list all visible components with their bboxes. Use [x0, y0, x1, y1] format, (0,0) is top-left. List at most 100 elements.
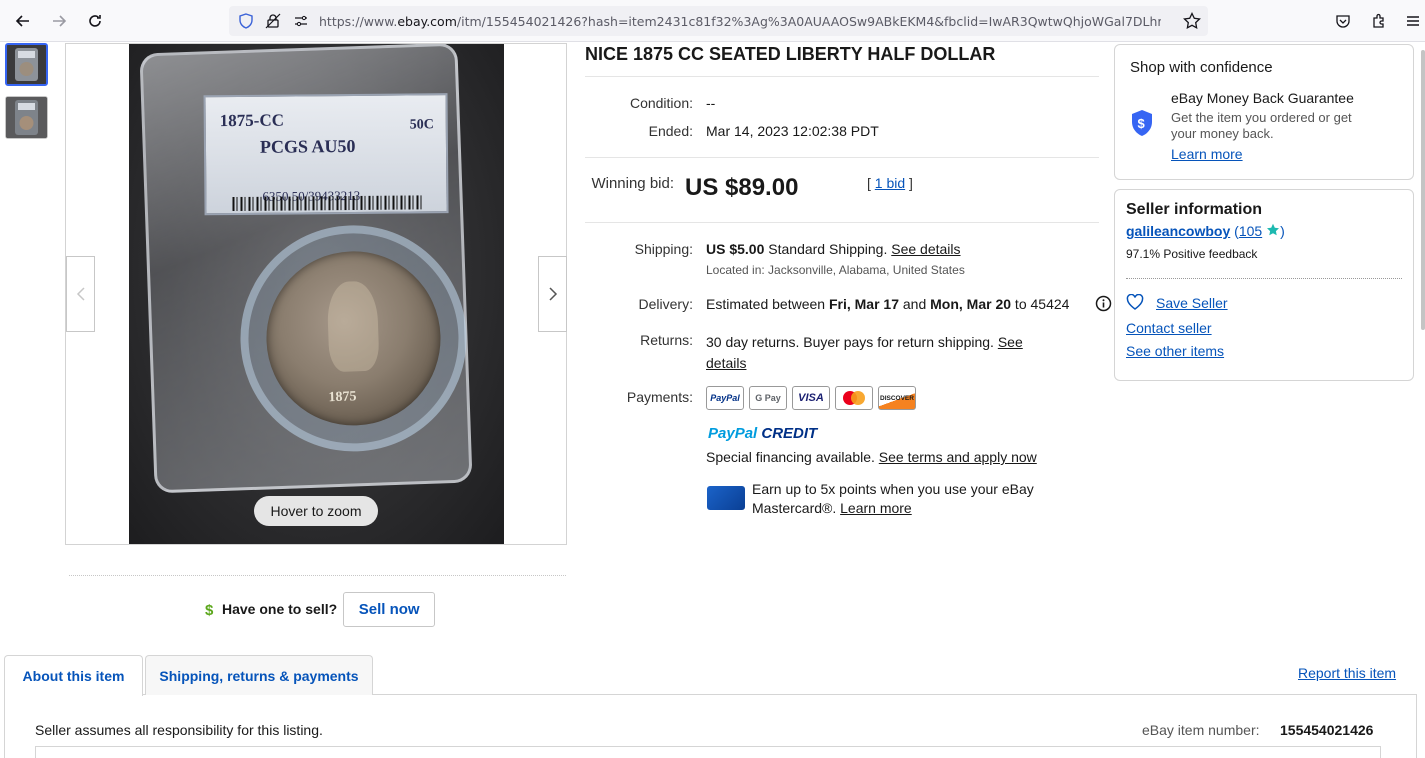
mastercard-logo — [835, 386, 873, 410]
prev-image-button[interactable] — [66, 256, 95, 332]
bid-history-link[interactable]: 1 bid — [875, 175, 905, 191]
financing-terms-link[interactable]: See terms and apply now — [879, 449, 1037, 465]
item-number-value: 155454021426 — [1280, 722, 1374, 738]
next-image-button[interactable] — [538, 256, 567, 332]
guarantee-title: eBay Money Back Guarantee — [1171, 90, 1354, 106]
paypal-credit-logo: PayPal CREDIT — [708, 425, 818, 442]
thumbnail-coin-image — [6, 97, 47, 138]
coin: 1875 — [263, 248, 444, 429]
chevron-left-icon — [76, 287, 85, 301]
mastercard-learn-more-link[interactable]: Learn more — [840, 500, 912, 516]
mastercard-promo: Earn up to 5x points when you use your e… — [752, 481, 1034, 516]
back-button[interactable] — [10, 8, 36, 34]
pcgs-slab: 1875-CC 50C PCGS AU50 6350.50/39433213 1… — [139, 44, 473, 494]
contact-seller-link[interactable]: Contact seller — [1126, 320, 1212, 336]
seller-name-link[interactable]: galileancowboy — [1126, 223, 1230, 239]
seated-liberty-figure — [326, 280, 380, 373]
reload-button[interactable] — [82, 8, 108, 34]
divider — [69, 575, 566, 576]
browser-toolbar: https://www.ebay.com/itm/155454021426?ha… — [0, 0, 1425, 42]
heart-icon[interactable] — [1126, 293, 1144, 315]
delivery-value: Estimated between Fri, Mar 17 and Mon, M… — [706, 296, 1070, 312]
dollar-sign-icon: $ — [205, 602, 214, 617]
slab-label: 1875-CC 50C PCGS AU50 6350.50/39433213 — [203, 93, 449, 216]
shop-with-confidence-panel: Shop with confidence $ eBay Money Back G… — [1114, 44, 1414, 180]
report-item-link[interactable]: Report this item — [1298, 665, 1396, 681]
slab-barcode — [232, 195, 423, 212]
bid-count: [ 1 bid ] — [867, 175, 913, 191]
item-title: NICE 1875 CC SEATED LIBERTY HALF DOLLAR — [585, 44, 996, 64]
shield-icon[interactable] — [236, 11, 256, 31]
address-bar[interactable]: https://www.ebay.com/itm/155454021426?ha… — [229, 6, 1208, 36]
returns-label: Returns: — [640, 332, 693, 348]
chevron-right-icon — [548, 287, 557, 301]
save-seller-link[interactable]: Save Seller — [1156, 295, 1228, 311]
condition-label: Condition: — [629, 95, 693, 111]
pocket-icon[interactable] — [1332, 10, 1354, 32]
thumbnail-2[interactable] — [5, 96, 48, 139]
item-number-label: eBay item number: — [1142, 722, 1260, 738]
forward-button[interactable] — [46, 8, 72, 34]
ebay-mastercard-image — [707, 486, 745, 510]
visa-logo: VISA — [792, 386, 830, 410]
slab-label-denomination: 50C — [409, 117, 434, 133]
confidence-heading: Shop with confidence — [1130, 59, 1273, 76]
returns-details-link[interactable]: See — [998, 334, 1023, 350]
page-scrollbar[interactable] — [1421, 50, 1425, 330]
teal-star-icon — [1267, 223, 1280, 236]
coin-holder-ring: 1875 — [236, 221, 471, 456]
sell-question: Have one to sell? — [222, 601, 338, 617]
extensions-icon[interactable] — [1368, 10, 1390, 32]
seller-information-panel: Seller information galileancowboy (105 )… — [1114, 189, 1414, 381]
info-icon[interactable] — [1095, 295, 1112, 317]
divider — [585, 76, 1099, 77]
seller-score-link[interactable]: 105 — [1239, 223, 1262, 239]
coin-year: 1875 — [328, 389, 357, 406]
seller-feedback: 97.1% Positive feedback — [1126, 247, 1258, 261]
discover-logo: DISCOVER — [878, 386, 916, 410]
divider — [1126, 278, 1402, 279]
guarantee-learn-more-link[interactable]: Learn more — [1171, 146, 1243, 162]
winning-bid-price: US $89.00 — [685, 174, 799, 201]
paypal-logo: PayPal — [706, 386, 744, 410]
coin-photo[interactable]: 1875-CC 50C PCGS AU50 6350.50/39433213 1… — [129, 44, 504, 544]
hover-to-zoom: Hover to zoom — [254, 496, 378, 526]
menu-icon[interactable] — [1402, 10, 1424, 32]
sell-now-button[interactable]: Sell now — [343, 591, 436, 627]
seller-name-row: galileancowboy (105 ) — [1126, 223, 1285, 239]
money-back-shield-icon: $ — [1130, 109, 1154, 142]
condition-value: -- — [706, 95, 716, 111]
see-other-items-link[interactable]: See other items — [1126, 343, 1224, 359]
sell-prompt: $ Have one to sell? Sell now — [204, 591, 436, 627]
svg-text:$: $ — [205, 602, 214, 617]
thumbnail-1[interactable] — [5, 43, 48, 86]
url-text[interactable]: https://www.ebay.com/itm/155454021426?ha… — [319, 14, 1161, 29]
guarantee-text: Get the item you ordered or get your mone… — [1171, 110, 1352, 141]
shipping-value: US $5.00 Standard Shipping. See details — [706, 241, 961, 257]
permissions-icon[interactable] — [291, 11, 311, 31]
reload-icon — [89, 15, 101, 27]
thumbnail-coin-image — [7, 45, 46, 84]
seller-heading: Seller information — [1126, 201, 1263, 218]
slab-label-date: 1875-CC — [219, 110, 285, 131]
lock-warning-icon[interactable] — [263, 11, 283, 31]
financing-text: Special financing available. See terms a… — [706, 449, 1037, 465]
bookmark-star-icon[interactable] — [1182, 11, 1202, 31]
shipping-details-link[interactable]: See details — [891, 241, 960, 257]
divider — [585, 222, 1099, 223]
returns-details-link[interactable]: details — [706, 355, 746, 371]
item-specifics-box — [35, 746, 1381, 758]
svg-text:$: $ — [1138, 116, 1146, 131]
tab-shipping-returns-payments[interactable]: Shipping, returns & payments — [145, 655, 373, 695]
payments-label: Payments: — [626, 389, 693, 405]
returns-value: 30 day returns. Buyer pays for return sh… — [706, 334, 1023, 371]
payment-methods: PayPal G Pay VISA DISCOVER — [706, 386, 916, 410]
seller-responsibility-note: Seller assumes all responsibility for th… — [35, 722, 323, 738]
ended-label: Ended: — [648, 123, 693, 139]
tab-about-this-item[interactable]: About this item — [4, 655, 143, 696]
forward-arrow-icon — [53, 15, 67, 27]
back-arrow-icon — [15, 15, 29, 27]
item-location: Located in: Jacksonville, Alabama, Unite… — [706, 263, 965, 277]
slab-label-grade: PCGS AU50 — [259, 135, 356, 157]
main-image-viewer[interactable]: 1875-CC 50C PCGS AU50 6350.50/39433213 1… — [65, 43, 567, 545]
